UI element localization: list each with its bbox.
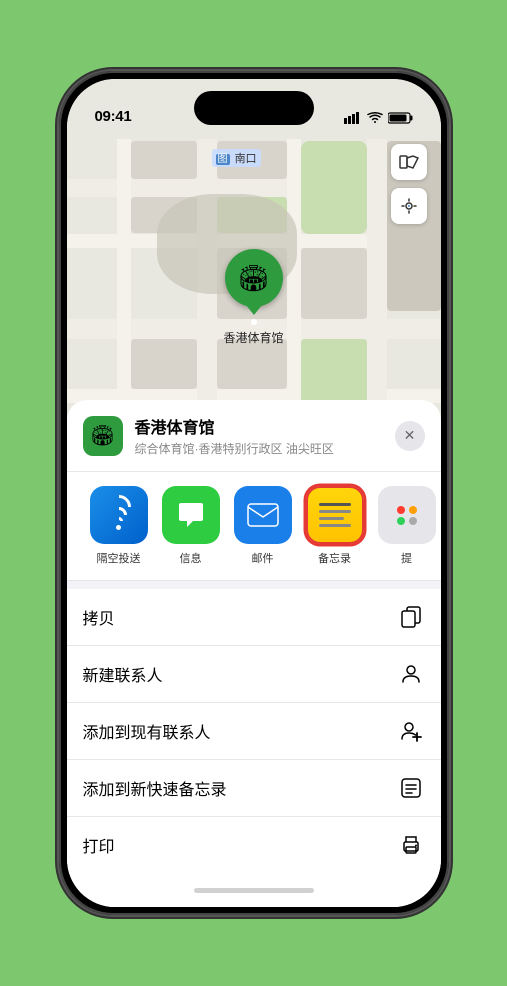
notes-lines-icon (319, 503, 351, 527)
action-add-existing[interactable]: 添加到现有联系人 (67, 703, 441, 760)
share-row: 隔空投送 信息 邮件 (67, 472, 441, 581)
action-add-notes[interactable]: 添加到新快速备忘录 (67, 760, 441, 817)
map-type-button[interactable] (391, 144, 427, 180)
copy-label: 拷贝 (83, 605, 115, 629)
pin-dot (250, 319, 256, 325)
map-controls (391, 144, 427, 224)
location-button[interactable] (391, 188, 427, 224)
add-notes-label: 添加到新快速备忘录 (83, 776, 227, 800)
status-time: 09:41 (95, 108, 132, 127)
add-existing-label: 添加到现有联系人 (83, 719, 211, 743)
phone-screen: 09:41 (67, 79, 441, 907)
action-print[interactable]: 打印 (67, 817, 441, 873)
share-more[interactable]: 提 (371, 486, 441, 566)
venue-thumbnail: 🏟 (83, 416, 123, 456)
notes-label: 备忘录 (318, 550, 351, 566)
person-add-icon (397, 717, 425, 745)
dynamic-island (194, 91, 314, 125)
airdrop-wifi-icon (107, 495, 131, 536)
map-label-text: 南口 (235, 153, 257, 165)
signal-icon (344, 112, 362, 127)
map-label-icon: 图 (216, 154, 230, 165)
mail-label: 邮件 (252, 550, 274, 566)
airdrop-icon (90, 486, 148, 544)
share-mail[interactable]: 邮件 (227, 486, 299, 566)
pin-label: 香港体育馆 (223, 329, 283, 346)
home-indicator (67, 873, 441, 907)
mail-icon (234, 486, 292, 544)
venue-subtitle: 综合体育馆·香港特别行政区 油尖旺区 (135, 440, 334, 457)
pin-circle: 🏟 (224, 249, 282, 307)
share-messages[interactable]: 信息 (155, 486, 227, 566)
venue-card: 🏟 香港体育馆 综合体育馆·香港特别行政区 油尖旺区 ✕ (67, 400, 441, 472)
new-contact-label: 新建联系人 (83, 662, 163, 686)
venue-name: 香港体育馆 (135, 414, 334, 438)
print-label: 打印 (83, 833, 115, 857)
battery-icon (388, 112, 413, 127)
close-button[interactable]: ✕ (395, 421, 425, 451)
action-list: 拷贝 新建联系人 添加到现有联系人 (67, 589, 441, 873)
stadium-icon: 🏟 (237, 263, 270, 294)
notes-icon (306, 486, 364, 544)
venue-thumb-icon: 🏟 (90, 423, 115, 448)
map-label-nankou: 图 南口 (212, 149, 261, 167)
airdrop-label: 隔空投送 (97, 550, 141, 566)
more-icon (378, 486, 436, 544)
wifi-icon (367, 112, 383, 127)
share-section: 隔空投送 信息 邮件 (67, 472, 441, 581)
share-notes[interactable]: 备忘录 (299, 486, 371, 566)
messages-icon (162, 486, 220, 544)
print-icon (397, 831, 425, 859)
more-label: 提 (401, 550, 412, 566)
venue-pin[interactable]: 🏟 香港体育馆 (223, 249, 283, 346)
share-airdrop[interactable]: 隔空投送 (83, 486, 155, 566)
quicknote-icon (397, 774, 425, 802)
status-icons (344, 112, 413, 127)
bottom-sheet: 🏟 香港体育馆 综合体育馆·香港特别行政区 油尖旺区 ✕ (67, 400, 441, 907)
person-icon (397, 660, 425, 688)
venue-card-left: 🏟 香港体育馆 综合体育馆·香港特别行政区 油尖旺区 (83, 414, 334, 457)
copy-icon (397, 603, 425, 631)
action-copy[interactable]: 拷贝 (67, 589, 441, 646)
messages-label: 信息 (180, 550, 202, 566)
phone-frame: 09:41 (59, 71, 449, 915)
venue-info-text: 香港体育馆 综合体育馆·香港特别行政区 油尖旺区 (135, 414, 334, 457)
action-new-contact[interactable]: 新建联系人 (67, 646, 441, 703)
home-bar (194, 888, 314, 893)
